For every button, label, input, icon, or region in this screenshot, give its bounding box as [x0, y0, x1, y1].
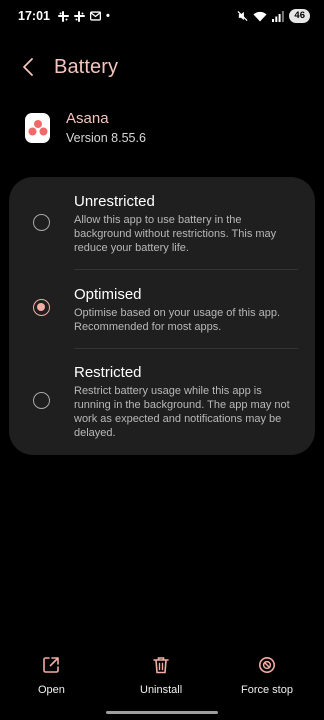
- slack-icon: [73, 10, 85, 22]
- open-external-icon: [41, 655, 61, 675]
- option-unrestricted[interactable]: Unrestricted Allow this app to use batte…: [9, 177, 315, 269]
- status-left: 17:01 •: [18, 9, 110, 23]
- option-title: Restricted: [74, 364, 142, 381]
- uninstall-label: Uninstall: [140, 684, 183, 696]
- mute-icon: [237, 10, 248, 22]
- force-stop-icon: [257, 655, 277, 675]
- battery-options-card: Unrestricted Allow this app to use batte…: [9, 177, 315, 455]
- email-icon: [89, 11, 101, 22]
- status-right: 46: [237, 9, 310, 23]
- app-text: Asana Version 8.55.6: [66, 110, 146, 145]
- asana-app-icon: [25, 112, 50, 143]
- status-time: 17:01: [18, 9, 50, 23]
- option-optimised[interactable]: Optimised Optimise based on your usage o…: [9, 270, 315, 348]
- option-description: Optimise based on your usage of this app…: [74, 307, 281, 333]
- radio-optimised[interactable]: [33, 299, 50, 316]
- radio-unrestricted[interactable]: [33, 214, 50, 231]
- app-version: Version 8.55.6: [66, 131, 146, 145]
- home-indicator[interactable]: [106, 711, 218, 714]
- option-title: Unrestricted: [74, 193, 155, 210]
- option-description: Restrict battery usage while this app is…: [74, 385, 290, 439]
- wifi-icon: [253, 11, 267, 22]
- app-name: Asana: [66, 110, 109, 127]
- uninstall-button[interactable]: Uninstall: [140, 655, 182, 696]
- page-title: Battery: [54, 55, 119, 78]
- notification-dot: •: [105, 10, 110, 22]
- force-stop-button[interactable]: Force stop: [241, 655, 293, 696]
- option-restricted[interactable]: Restricted Restrict battery usage while …: [9, 349, 315, 455]
- back-arrow-icon[interactable]: [22, 52, 42, 82]
- header: Battery: [22, 52, 118, 82]
- battery-level-badge: 46: [289, 9, 310, 23]
- signal-icon: [272, 10, 285, 22]
- status-bar: 17:01 • 46: [0, 0, 324, 32]
- app-info: Asana Version 8.55.6: [25, 110, 146, 145]
- option-description: Allow this app to use battery in the bac…: [74, 214, 277, 254]
- force-stop-label: Force stop: [241, 684, 293, 696]
- option-title: Optimised: [74, 286, 142, 303]
- slack-icon: [57, 10, 69, 22]
- open-button[interactable]: Open: [38, 655, 65, 696]
- open-label: Open: [38, 684, 65, 696]
- bottom-action-bar: Open Uninstall Force stop: [0, 655, 324, 705]
- trash-icon: [151, 655, 171, 675]
- radio-restricted[interactable]: [33, 392, 50, 409]
